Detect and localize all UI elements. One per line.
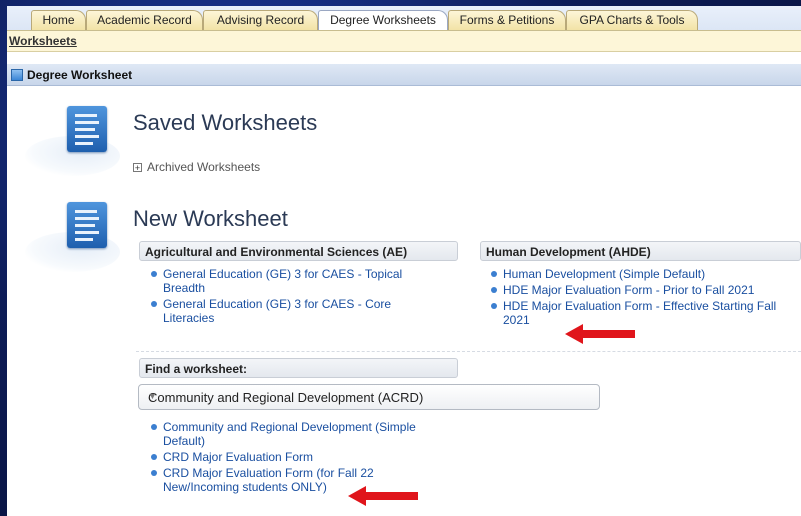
expand-plus-icon[interactable]: + [133,163,142,173]
saved-worksheet-document-icon [25,106,120,176]
tab-forms-petitions[interactable]: Forms & Petitions [448,10,566,30]
ae-worksheet-list: General Education (GE) 3 for CAES - Topi… [147,267,417,327]
red-arrow-icon [348,486,418,506]
panel-header: Degree Worksheet [7,64,801,86]
tab-bar: Home Academic Record Advising Record Deg… [7,6,801,31]
red-arrow-icon [565,324,635,344]
worksheets-link[interactable]: Worksheets [9,34,77,48]
new-worksheet-document-icon [25,202,120,272]
ahde-worksheet-list: Human Development (Simple Default) HDE M… [487,267,787,329]
list-item[interactable]: CRD Major Evaluation Form [147,450,437,464]
worksheet-select[interactable]: Community and Regional Development (ACRD… [138,384,600,410]
panel-icon [11,69,23,81]
app-window: Home Academic Record Advising Record Deg… [7,6,801,516]
list-item[interactable]: Community and Regional Development (Simp… [147,420,437,448]
section-divider [136,351,801,352]
list-item[interactable]: HDE Major Evaluation Form - Effective St… [487,299,793,327]
list-item[interactable]: Human Development (Simple Default) [487,267,787,281]
chevron-down-icon[interactable]: ▼ [148,391,589,401]
group-header-ae: Agricultural and Environmental Sciences … [139,241,458,261]
find-worksheet-label: Find a worksheet: [139,358,458,378]
list-item[interactable]: General Education (GE) 3 for CAES - Topi… [147,267,417,295]
saved-worksheets-heading: Saved Worksheets [133,110,318,135]
tab-degree-worksheets[interactable]: Degree Worksheets [318,10,448,31]
tab-advising-record[interactable]: Advising Record [203,10,318,30]
tab-academic-record[interactable]: Academic Record [86,10,203,30]
tab-gpa-charts-tools[interactable]: GPA Charts & Tools [566,10,698,30]
tab-home[interactable]: Home [31,10,86,30]
list-item[interactable]: HDE Major Evaluation Form - Prior to Fal… [487,283,787,297]
archived-worksheets-label[interactable]: Archived Worksheets [147,160,260,174]
group-header-ahde: Human Development (AHDE) [480,241,801,261]
archived-worksheets-toggle[interactable]: + Archived Worksheets [133,160,260,174]
subnav-bar: Worksheets [7,30,801,52]
new-worksheet-heading: New Worksheet [133,206,288,231]
list-item[interactable]: General Education (GE) 3 for CAES - Core… [147,297,417,325]
panel-title: Degree Worksheet [27,68,133,82]
